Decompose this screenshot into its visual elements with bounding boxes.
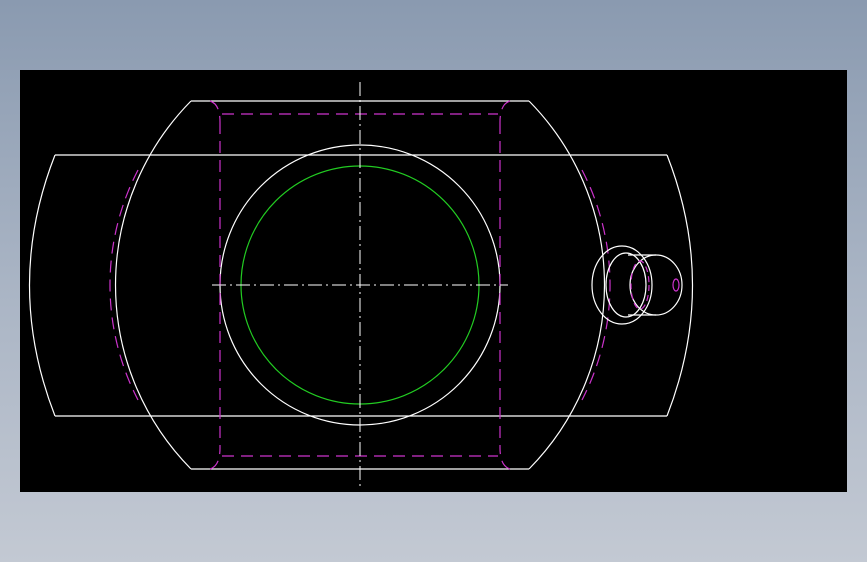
boss-center-hole [672,278,680,292]
boss-base-ellipse [591,245,653,325]
flange-right-arc [528,100,606,470]
side-boss [591,245,683,325]
centerlines [212,82,508,490]
hidden-left-arc [109,169,139,401]
hidden-top-left-fillet [209,100,221,123]
boss-mid-ellipse [605,252,647,318]
cad-drawing-canvas [20,70,847,492]
flange-left-arc [114,100,192,470]
outer-body-right-arc [666,154,694,417]
hidden-bottom-left-fillet [209,447,221,470]
hidden-bottom-right-fillet [499,447,511,470]
outer-body-left-arc [28,154,56,417]
cad-drawing [28,82,694,490]
boss-tip-ellipse [629,254,683,316]
hidden-top-right-fillet [499,100,511,123]
